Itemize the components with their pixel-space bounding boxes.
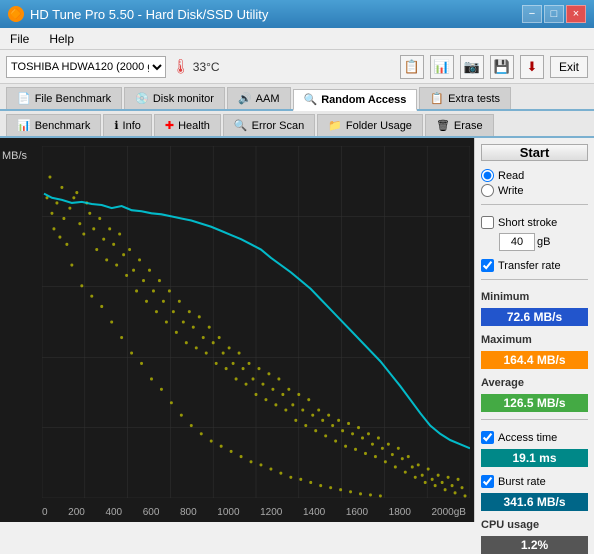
x-label-2000: 2000gB [432, 507, 466, 518]
drive-select[interactable]: TOSHIBA HDWA120 (2000 gB) [6, 56, 166, 78]
minimize-button[interactable]: − [522, 5, 542, 23]
toolbar-btn-3[interactable]: 📷 [460, 55, 484, 79]
close-button[interactable]: × [566, 5, 586, 23]
start-button[interactable]: Start [481, 144, 588, 161]
maximize-button[interactable]: □ [544, 5, 564, 23]
x-label-600: 600 [143, 507, 160, 518]
x-label-0: 0 [42, 507, 48, 518]
right-panel: Start Read Write Short stroke 40 gB Tran… [474, 138, 594, 522]
tab-error-scan[interactable]: 🔍 Error Scan [223, 114, 315, 136]
main-content: MB/s 200 150 [0, 138, 594, 522]
temperature-display: 🌡 33°C [172, 58, 220, 75]
temperature-value: 33°C [193, 60, 220, 74]
tab-extra-tests[interactable]: 📋 Extra tests [419, 87, 511, 109]
file-benchmark-icon: 📄 [17, 92, 31, 105]
tab-aam[interactable]: 🔊 AAM [227, 87, 291, 109]
tab-bar-secondary: 📊 Benchmark ℹ Info ✚ Health 🔍 Error Scan… [0, 111, 594, 138]
exit-button[interactable]: Exit [550, 56, 588, 78]
minimum-value: 72.6 MB/s [481, 308, 588, 326]
access-time-checkbox[interactable]: Access time [481, 431, 588, 444]
cpu-usage-value: 1.2% [481, 536, 588, 554]
tab-file-benchmark[interactable]: 📄 File Benchmark [6, 87, 122, 109]
burst-rate-value: 341.6 MB/s [481, 493, 588, 511]
spinbox-row: 40 gB [499, 233, 588, 251]
menu-file[interactable]: File [6, 31, 33, 47]
x-label-800: 800 [180, 507, 197, 518]
tab-random-access[interactable]: 🔍 Random Access [293, 89, 418, 111]
app-title: HD Tune Pro 5.50 - Hard Disk/SSD Utility [30, 7, 268, 22]
toolbar-btn-1[interactable]: 📋 [400, 55, 424, 79]
title-bar: 🔶 HD Tune Pro 5.50 - Hard Disk/SSD Utili… [0, 0, 594, 28]
folder-usage-icon: 📁 [328, 119, 342, 132]
tab-disk-monitor[interactable]: 💿 Disk monitor [124, 87, 225, 109]
average-value: 126.5 MB/s [481, 394, 588, 412]
access-time-value: 19.1 ms [481, 449, 588, 467]
tab-health[interactable]: ✚ Health [154, 114, 221, 136]
erase-icon: 🗑 [436, 119, 450, 132]
x-label-1200: 1200 [260, 507, 282, 518]
toolbar: TOSHIBA HDWA120 (2000 gB) 🌡 33°C 📋 📊 📷 💾… [0, 50, 594, 84]
thermometer-icon: 🌡 [172, 58, 190, 75]
menu-bar: File Help [0, 28, 594, 50]
average-label: Average [481, 377, 588, 389]
tab-info[interactable]: ℹ Info [103, 114, 152, 136]
error-scan-icon: 🔍 [234, 119, 248, 132]
read-write-radio-group: Read Write [481, 169, 588, 197]
tab-folder-usage[interactable]: 📁 Folder Usage [317, 114, 423, 136]
window-controls: − □ × [522, 5, 586, 23]
tab-bar-primary: 📄 File Benchmark 💿 Disk monitor 🔊 AAM 🔍 … [0, 84, 594, 111]
x-label-1400: 1400 [303, 507, 325, 518]
chart-area: MB/s 200 150 [0, 138, 474, 522]
x-label-1000: 1000 [217, 507, 239, 518]
toolbar-btn-5[interactable]: ⬇ [520, 55, 544, 79]
disk-monitor-icon: 💿 [135, 92, 149, 105]
maximum-label: Maximum [481, 334, 588, 346]
burst-rate-checkbox[interactable]: Burst rate [481, 475, 588, 488]
stroke-spinbox[interactable]: 40 [499, 233, 535, 251]
x-label-1600: 1600 [346, 507, 368, 518]
benchmark-chart: 200 150 100 50 40 30 20 10 [42, 146, 470, 498]
maximum-value: 164.4 MB/s [481, 351, 588, 369]
short-stroke-checkbox[interactable]: Short stroke [481, 216, 588, 229]
benchmark-icon: 📊 [17, 119, 31, 132]
menu-help[interactable]: Help [45, 31, 78, 47]
tab-benchmark[interactable]: 📊 Benchmark [6, 114, 101, 136]
write-radio[interactable]: Write [481, 184, 588, 197]
toolbar-btn-4[interactable]: 💾 [490, 55, 514, 79]
aam-icon: 🔊 [238, 92, 252, 105]
y-axis-label: MB/s [2, 150, 27, 162]
tab-erase[interactable]: 🗑 Erase [425, 114, 494, 136]
read-radio[interactable]: Read [481, 169, 588, 182]
random-access-icon: 🔍 [304, 93, 318, 106]
cpu-usage-label: CPU usage [481, 519, 588, 531]
toolbar-btn-2[interactable]: 📊 [430, 55, 454, 79]
transfer-rate-checkbox[interactable]: Transfer rate [481, 259, 588, 272]
health-icon: ✚ [165, 119, 174, 132]
app-icon: 🔶 [8, 6, 24, 22]
x-label-1800: 1800 [389, 507, 411, 518]
info-icon: ℹ [114, 119, 118, 132]
spinbox-unit: gB [537, 236, 550, 248]
x-label-200: 200 [68, 507, 85, 518]
x-label-400: 400 [105, 507, 122, 518]
minimum-label: Minimum [481, 291, 588, 303]
extra-tests-icon: 📋 [430, 92, 444, 105]
